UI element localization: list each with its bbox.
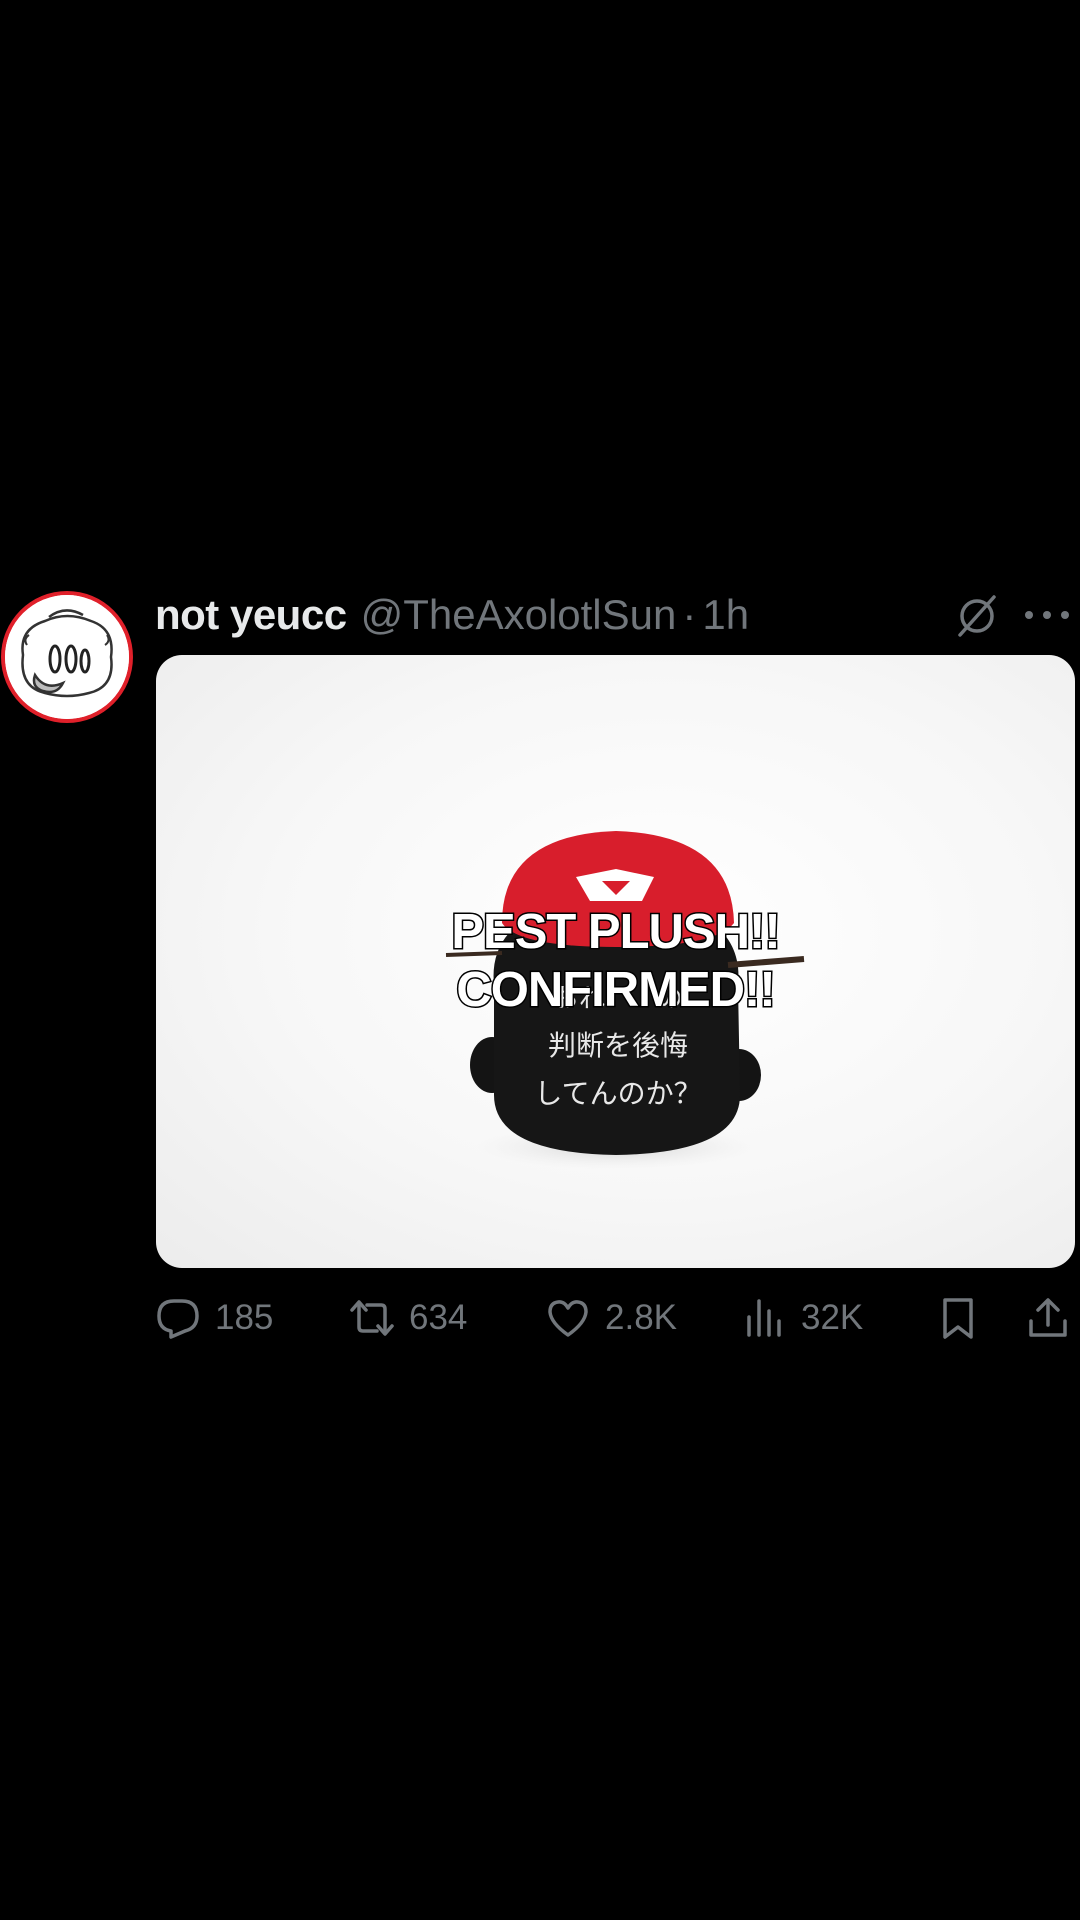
repost-icon [350,1300,394,1336]
post-media[interactable]: おれ の 判断を後悔 してんのか？ PEST PLUSH!! CONFIRMED… [156,655,1075,1268]
bookmark-icon [943,1298,973,1339]
reply-button[interactable]: 185 [155,1290,273,1346]
like-button[interactable]: 2.8K [545,1290,677,1346]
caption-line-2: CONFIRMED!! [455,962,777,1019]
like-icon [548,1300,588,1337]
more-icon[interactable] [1021,595,1073,635]
action-bar: 185 634 2.8K 32K [155,1290,1080,1346]
reply-icon [157,1299,199,1339]
author-name[interactable]: not yeucc [155,591,347,639]
video-caption: PEST PLUSH!! CONFIRMED!! [156,903,1075,1019]
share-button[interactable] [1025,1290,1080,1346]
plush-text-line2: 判断を後悔 [548,1029,688,1062]
repost-count: 634 [409,1298,468,1337]
screen: not yeucc @TheAxolotlSun · 1h おれ の 判断を後悔… [0,0,1080,1920]
author-handle[interactable]: @TheAxolotlSun [361,591,677,639]
plush-text-line3: してんのか？ [534,1077,701,1110]
repost-button[interactable]: 634 [349,1290,467,1346]
post-header: not yeucc @TheAxolotlSun · 1h [155,585,1080,645]
post-time[interactable]: 1h [702,591,749,639]
views-count: 32K [801,1298,864,1337]
caption-line-1: PEST PLUSH!! [450,904,782,961]
like-count: 2.8K [605,1298,677,1337]
views-button[interactable]: 32K [741,1290,863,1346]
reply-count: 185 [215,1298,274,1337]
grok-icon[interactable] [954,593,1000,639]
separator-dot: · [682,591,697,638]
share-icon [1029,1298,1067,1337]
views-icon [747,1299,781,1337]
avatar[interactable] [5,595,129,719]
bookmark-button[interactable] [935,1290,995,1346]
